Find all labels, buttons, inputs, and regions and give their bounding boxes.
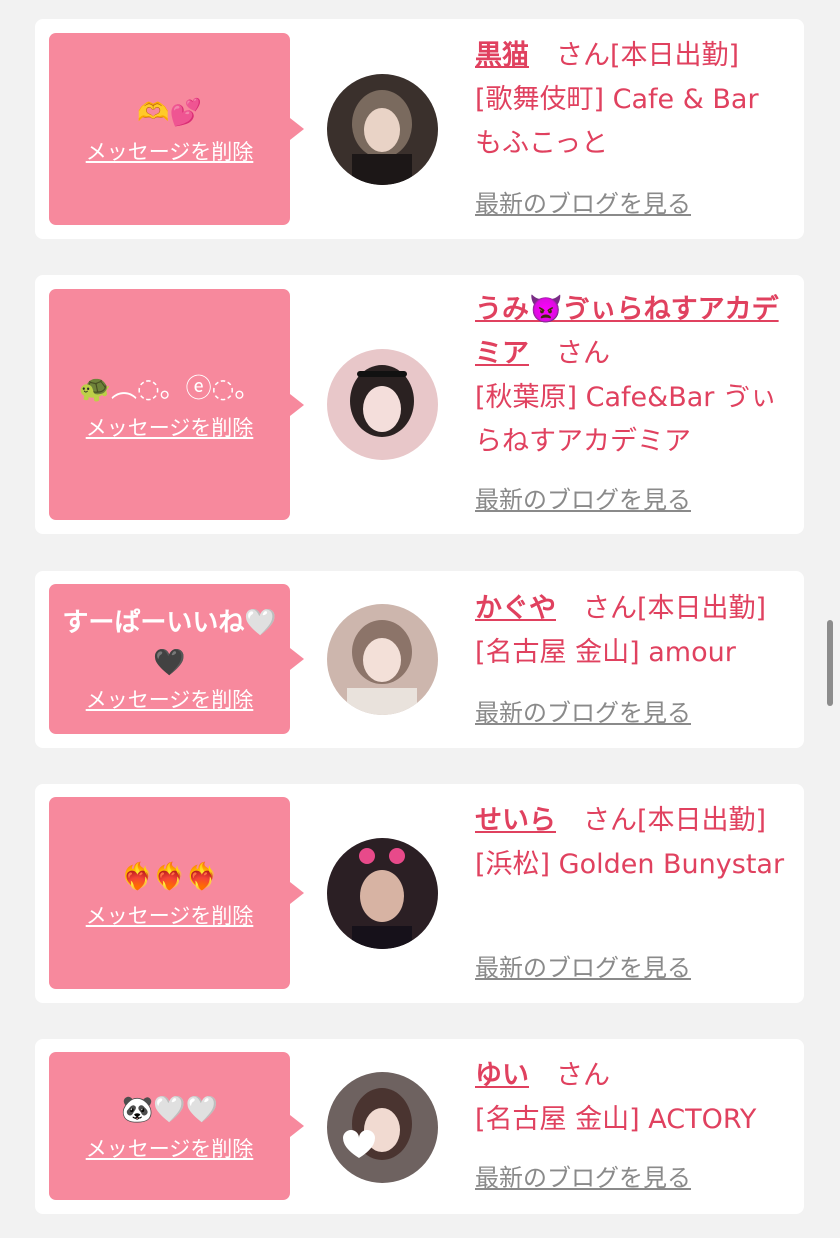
delete-message-link[interactable]: メッセージを削除 [86, 413, 254, 443]
cast-name-link[interactable]: かぐや [475, 593, 556, 624]
latest-blog-link[interactable]: 最新のブログを見る [475, 484, 691, 516]
status-label: [本日出勤] [637, 805, 767, 836]
name-suffix: さん [529, 338, 610, 369]
message-text: 🐼🤍🤍 [120, 1095, 219, 1125]
shop-name: [歌舞伎町] Cafe & Bar もふこっと [475, 84, 759, 159]
message-text: ❤️‍🔥❤️‍🔥❤️‍🔥 [120, 862, 219, 892]
cast-info: かぐや さん[本日出勤] [名古屋 金山] amour [475, 587, 793, 675]
delete-message-link[interactable]: メッセージを削除 [86, 685, 254, 715]
message-text: 🫶💕 [137, 98, 202, 128]
message-bubble: ❤️‍🔥❤️‍🔥❤️‍🔥 メッセージを削除 [49, 797, 304, 989]
cast-name-link[interactable]: せいら [475, 805, 556, 836]
cast-info: うみ👿ゔぃらねすアカデミア さん [秋葉原] Cafe&Bar ゔぃらねすアカデ… [475, 288, 793, 464]
message-bubble: 🐢︵◌。ⓔ◌。 メッセージを削除 [49, 289, 304, 520]
message-text: すーぱーいいね🤍🖤 [62, 608, 277, 678]
avatar[interactable] [327, 604, 438, 715]
status-label: [本日出勤] [637, 593, 767, 624]
favorites-message-list: 🫶💕 メッセージを削除 黒猫 さん[本日出勤] [歌舞伎町] Cafe & Ba… [0, 0, 840, 1238]
cast-name-link[interactable]: 黒猫 [475, 40, 529, 71]
avatar[interactable] [327, 838, 438, 949]
delete-message-link[interactable]: メッセージを削除 [86, 1134, 254, 1164]
cast-info: せいら さん[本日出勤] [浜松] Golden Bunystar [475, 799, 793, 887]
delete-message-link[interactable]: メッセージを削除 [86, 901, 254, 931]
cast-name-link[interactable]: うみ👿ゔぃらねすアカデミア [475, 294, 779, 369]
scrollbar[interactable] [827, 620, 833, 706]
message-bubble: すーぱーいいね🤍🖤 メッセージを削除 [49, 584, 304, 734]
avatar[interactable] [327, 349, 438, 460]
cast-info: ゆい さん [名古屋 金山] ACTORY [475, 1054, 793, 1142]
message-bubble: 🐼🤍🤍 メッセージを削除 [49, 1052, 304, 1200]
message-text: 🐢︵◌。ⓔ◌。 [78, 373, 261, 404]
shop-name: [名古屋 金山] amour [475, 637, 736, 668]
latest-blog-link[interactable]: 最新のブログを見る [475, 1162, 691, 1194]
avatar[interactable] [327, 1072, 438, 1183]
shop-name: [浜松] Golden Bunystar [475, 849, 785, 880]
cast-name-link[interactable]: ゆい [475, 1060, 529, 1091]
shop-name: [名古屋 金山] ACTORY [475, 1104, 757, 1135]
name-suffix: さん [529, 40, 610, 71]
delete-message-link[interactable]: メッセージを削除 [86, 137, 254, 167]
cast-info: 黒猫 さん[本日出勤] [歌舞伎町] Cafe & Bar もふこっと [475, 34, 793, 166]
shop-name: [秋葉原] Cafe&Bar ゔぃらねすアカデミア [475, 382, 777, 457]
avatar[interactable] [327, 74, 438, 185]
latest-blog-link[interactable]: 最新のブログを見る [475, 188, 691, 220]
latest-blog-link[interactable]: 最新のブログを見る [475, 697, 691, 729]
latest-blog-link[interactable]: 最新のブログを見る [475, 952, 691, 984]
name-suffix: さん [556, 593, 637, 624]
name-suffix: さん [556, 805, 637, 836]
status-label: [本日出勤] [610, 40, 740, 71]
message-bubble: 🫶💕 メッセージを削除 [49, 33, 304, 225]
name-suffix: さん [529, 1060, 610, 1091]
